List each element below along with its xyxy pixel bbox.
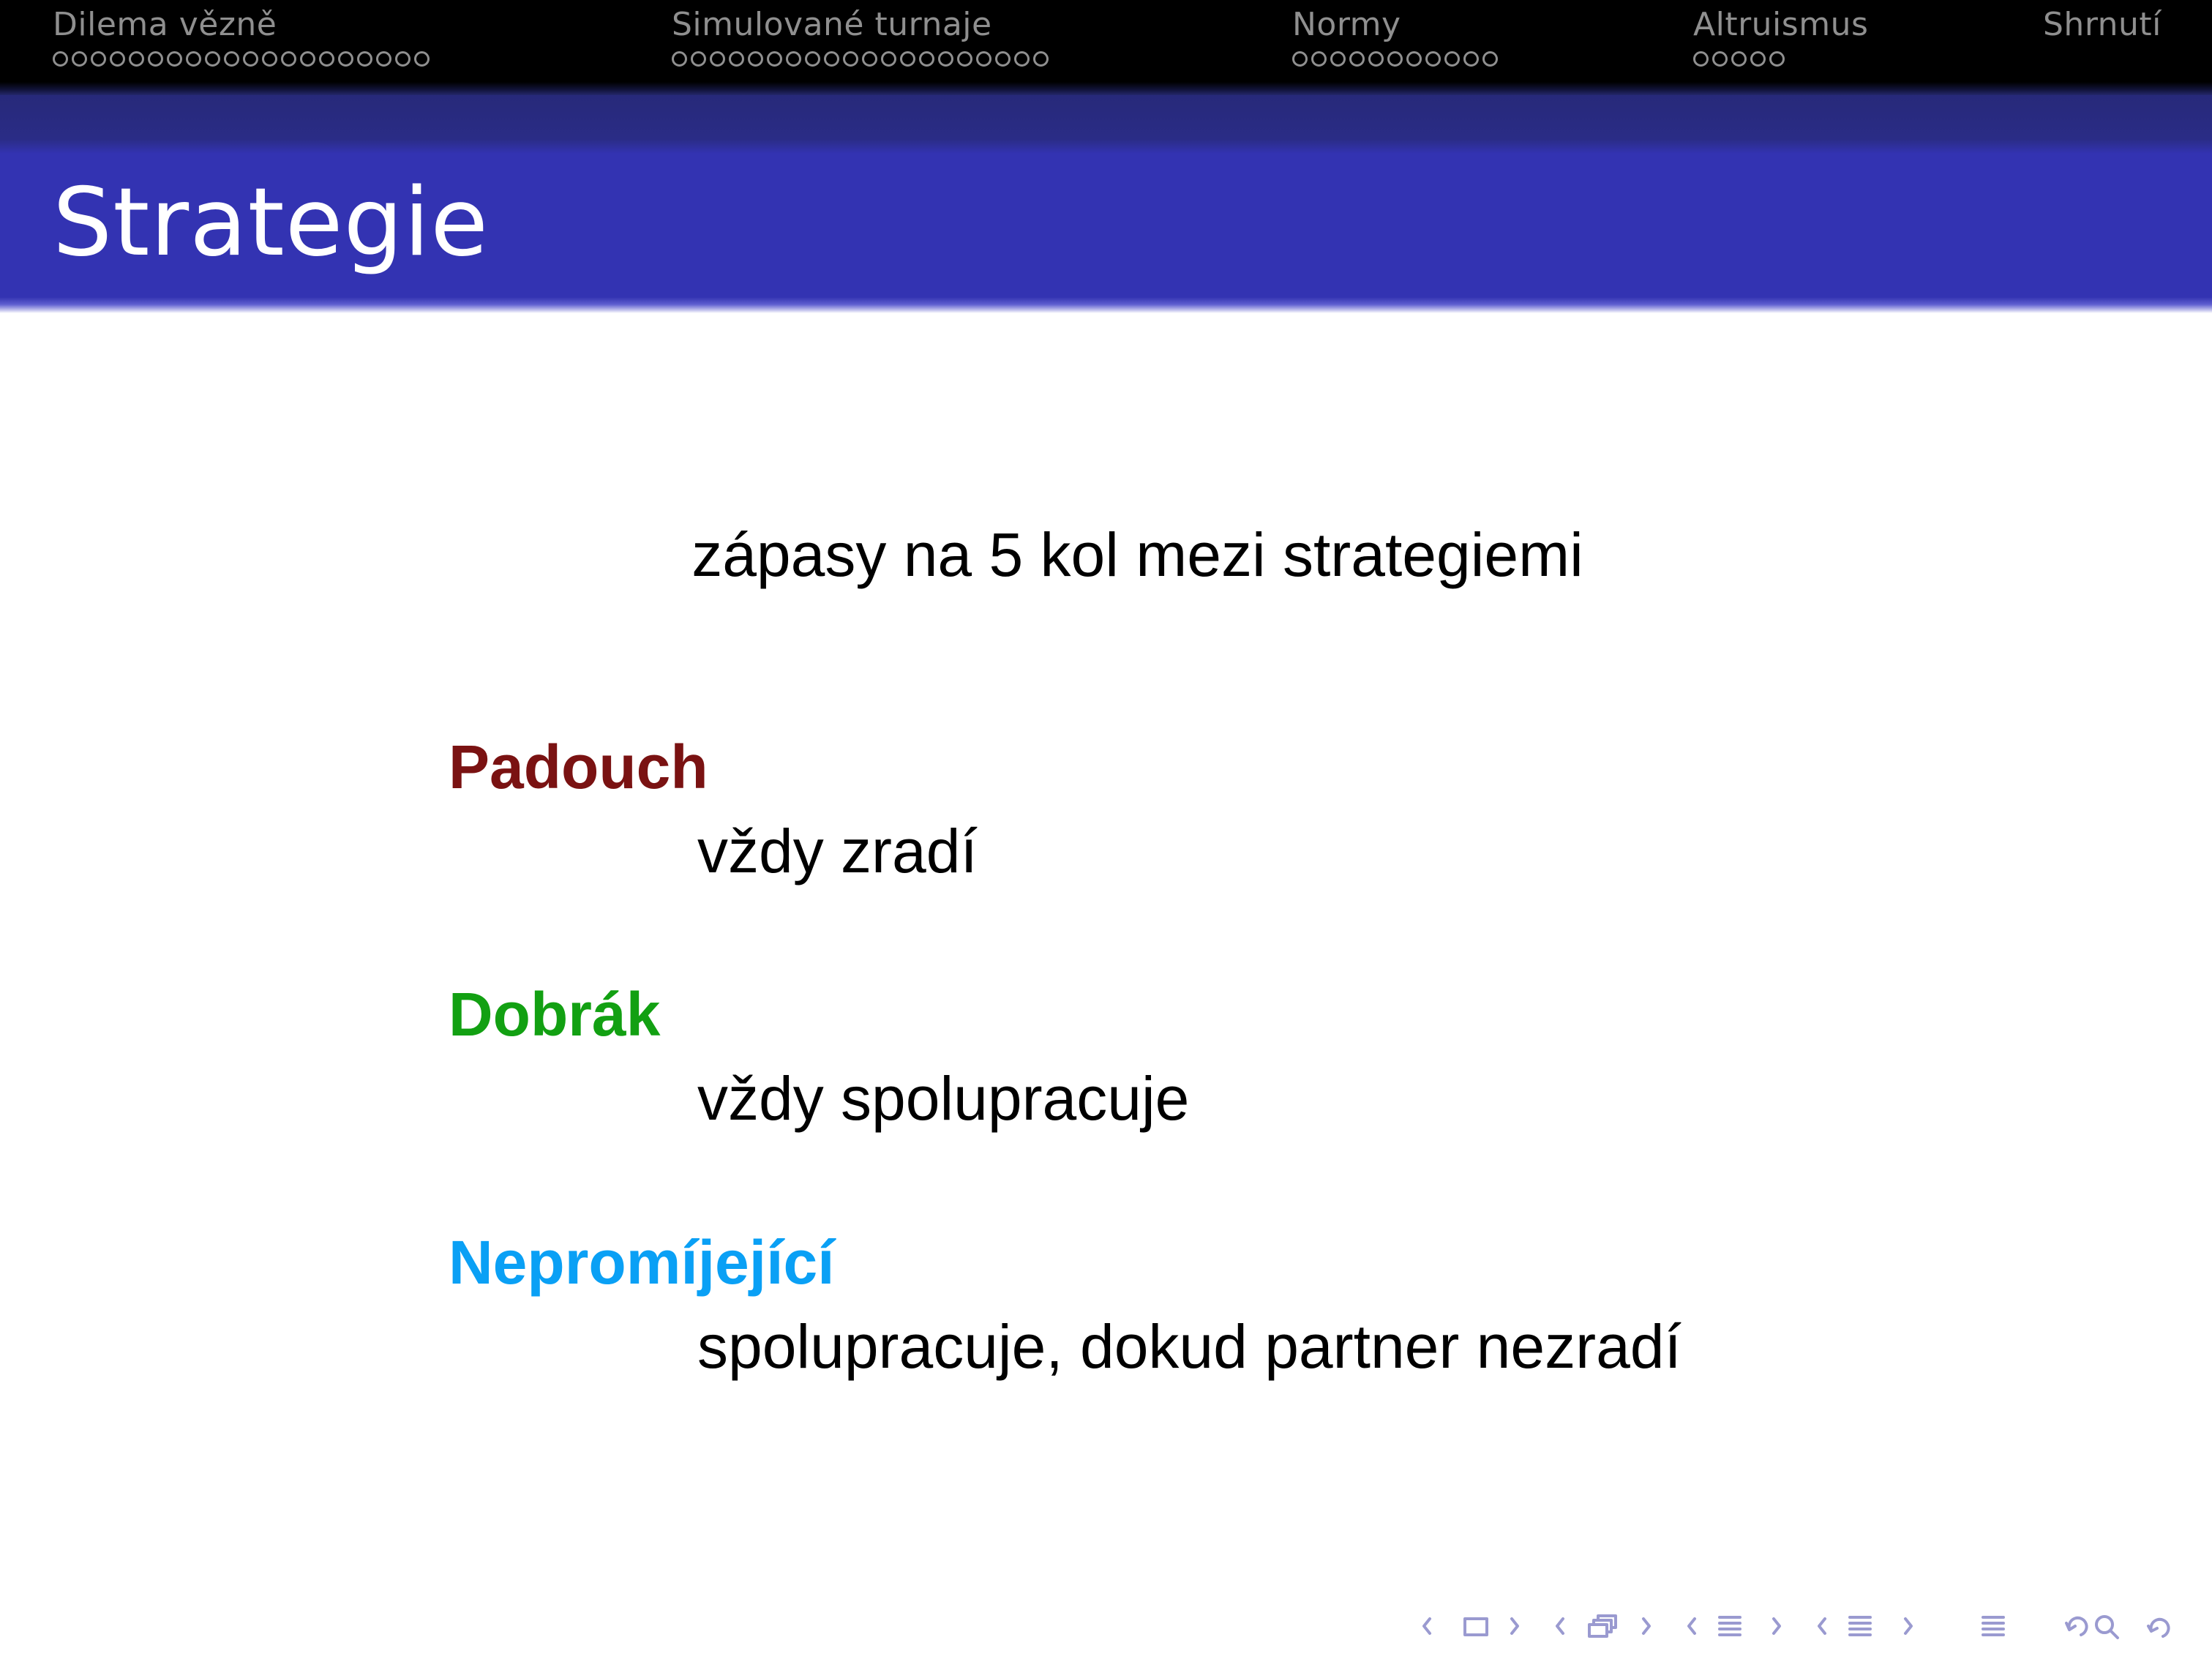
- strategy-description-dobrak: vždy spolupracuje: [697, 1064, 1190, 1133]
- frame-dot[interactable]: [976, 51, 991, 67]
- frame-dot[interactable]: [1731, 51, 1747, 67]
- undo-icon[interactable]: [2147, 1617, 2170, 1638]
- nav-document-icon[interactable]: [1818, 1616, 1913, 1636]
- frame-dot[interactable]: [1463, 51, 1479, 67]
- frame-dot[interactable]: [995, 51, 1011, 67]
- frame-dot[interactable]: [224, 51, 239, 67]
- nav-section-label[interactable]: Altruismus: [1693, 4, 1868, 45]
- frame-dot[interactable]: [281, 51, 296, 67]
- nav-section-label[interactable]: Normy: [1292, 4, 1501, 45]
- frame-dot[interactable]: [1368, 51, 1384, 67]
- frame-title: Strategie: [53, 168, 489, 277]
- nav-section-dilema[interactable]: Dilema vězně: [53, 4, 433, 76]
- strategy-description-nepromijejici: spolupracuje, dokud partner nezradí: [697, 1312, 1682, 1381]
- frame-dot[interactable]: [862, 51, 877, 67]
- frame-dot[interactable]: [110, 51, 125, 67]
- frame-dot[interactable]: [129, 51, 144, 67]
- frame-dot[interactable]: [1693, 51, 1709, 67]
- nav-section-icon[interactable]: [1687, 1616, 1781, 1636]
- frame-dot[interactable]: [824, 51, 839, 67]
- frame-dot[interactable]: [186, 51, 201, 67]
- frame-dot[interactable]: [1406, 51, 1422, 67]
- strategy-term-nepromijejici: Nepromíjející: [449, 1228, 835, 1297]
- frame-dot[interactable]: [91, 51, 106, 67]
- frame-dot[interactable]: [1425, 51, 1441, 67]
- frame-dot[interactable]: [338, 51, 353, 67]
- nav-section-simulovane-turnaje[interactable]: Simulované turnaje: [672, 4, 1052, 76]
- nav-section-frame-dots[interactable]: [1693, 51, 1868, 76]
- nav-section-frame-dots[interactable]: [53, 51, 433, 76]
- frame-dot[interactable]: [843, 51, 858, 67]
- frame-dot[interactable]: [1444, 51, 1460, 67]
- frame-dot[interactable]: [1292, 51, 1308, 67]
- frame-dot[interactable]: [1330, 51, 1346, 67]
- frame-dot[interactable]: [710, 51, 725, 67]
- nav-section-label[interactable]: Simulované turnaje: [672, 4, 1052, 45]
- frame-dot[interactable]: [938, 51, 953, 67]
- strategy-term-padouch: Padouch: [449, 733, 708, 801]
- nav-section-normy[interactable]: Normy: [1292, 4, 1501, 76]
- frame-dot[interactable]: [243, 51, 258, 67]
- frame-dot[interactable]: [1311, 51, 1327, 67]
- nav-section-shrnuti[interactable]: Shrnutí: [2043, 4, 2162, 76]
- frame-dot[interactable]: [300, 51, 315, 67]
- frame-dot[interactable]: [319, 51, 334, 67]
- frame-dot[interactable]: [691, 51, 706, 67]
- frame-dot[interactable]: [1387, 51, 1403, 67]
- nav-section-frame-dots[interactable]: [672, 51, 1052, 76]
- frame-dot[interactable]: [376, 51, 391, 67]
- navigation-symbols: [1420, 1609, 2195, 1645]
- frame-dot[interactable]: [1482, 51, 1498, 67]
- frame-dot[interactable]: [1712, 51, 1728, 67]
- frame-dot[interactable]: [881, 51, 896, 67]
- strategy-description-padouch: vždy zradí: [697, 817, 978, 885]
- frame-dot[interactable]: [53, 51, 68, 67]
- frame-dot[interactable]: [1750, 51, 1766, 67]
- frame-dot[interactable]: [357, 51, 372, 67]
- frame-dot[interactable]: [786, 51, 801, 67]
- frame-dot[interactable]: [729, 51, 744, 67]
- frame-dot[interactable]: [72, 51, 87, 67]
- frame-dot[interactable]: [1014, 51, 1030, 67]
- frame-dot[interactable]: [1769, 51, 1785, 67]
- frame-dot[interactable]: [919, 51, 934, 67]
- nav-section-frame-dots[interactable]: [1292, 51, 1501, 76]
- nav-section-frame-dots[interactable]: [2043, 51, 2162, 76]
- frame-dot[interactable]: [395, 51, 410, 67]
- frame-title-bar: Strategie: [0, 95, 2212, 313]
- nav-subsection-icon[interactable]: [1556, 1614, 1651, 1638]
- frame-dot[interactable]: [805, 51, 820, 67]
- nav-section-altruismus[interactable]: Altruismus: [1693, 4, 1868, 76]
- frame-dot[interactable]: [205, 51, 220, 67]
- frame-dot[interactable]: [900, 51, 915, 67]
- frame-dot[interactable]: [672, 51, 687, 67]
- intro-text: zápasy na 5 kol mezi strategiemi: [691, 520, 1583, 589]
- frame-dot[interactable]: [262, 51, 277, 67]
- frame-dot[interactable]: [748, 51, 763, 67]
- nav-section-label[interactable]: Dilema vězně: [53, 4, 433, 45]
- frame-dot[interactable]: [414, 51, 430, 67]
- section-navigation-bar: Dilema vězně Simulované turnaje Normy Al…: [0, 0, 2212, 95]
- nav-frame-icon[interactable]: [1422, 1617, 1519, 1636]
- frame-dot[interactable]: [767, 51, 782, 67]
- frame-dot[interactable]: [148, 51, 163, 67]
- frame-dot[interactable]: [1033, 51, 1049, 67]
- strategy-term-dobrak: Dobrák: [449, 980, 661, 1049]
- frame-dot[interactable]: [1349, 51, 1365, 67]
- frame-dot[interactable]: [957, 51, 972, 67]
- frame-dot[interactable]: [167, 51, 182, 67]
- nav-section-label[interactable]: Shrnutí: [2043, 4, 2162, 45]
- nav-outline-icon[interactable]: [1982, 1616, 2005, 1636]
- search-icon[interactable]: [2065, 1615, 2119, 1639]
